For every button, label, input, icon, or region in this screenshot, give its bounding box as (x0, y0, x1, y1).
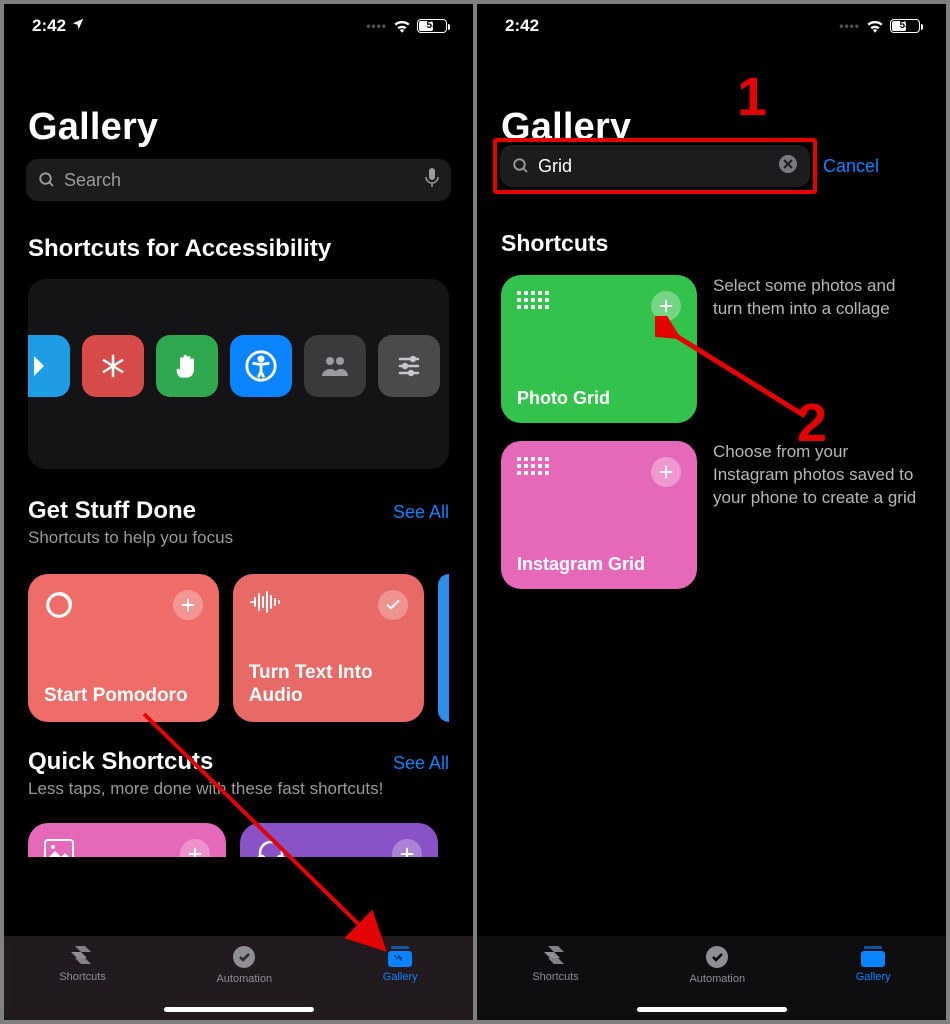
get-stuff-title: Get Stuff Done (28, 497, 196, 525)
card-title: Start Pomodoro (44, 685, 203, 708)
annotation-highlight (493, 138, 817, 194)
results-title: Shortcuts (501, 230, 922, 257)
asterisk-icon (82, 335, 144, 397)
tab-gallery[interactable]: Gallery (383, 944, 418, 983)
add-icon[interactable] (651, 291, 681, 321)
search-input[interactable]: Search (26, 159, 451, 201)
home-indicator[interactable] (637, 1007, 787, 1012)
search-input[interactable] (500, 145, 810, 187)
hand-icon (156, 335, 218, 397)
phone-screenshot-right: 2:42 •••• 53 Gallery Cancel Shortcuts (477, 4, 946, 1020)
tab-automation[interactable]: Automation (689, 944, 745, 985)
headphones-icon (256, 839, 286, 857)
image-icon (44, 839, 74, 857)
home-indicator[interactable] (164, 1007, 314, 1012)
grid-icon (517, 457, 549, 487)
status-time: 2:42 (32, 16, 66, 36)
clear-icon[interactable] (778, 154, 798, 179)
search-placeholder: Search (64, 170, 121, 191)
battery-icon: 53 (417, 19, 447, 33)
shortcut-card-photo-grid[interactable]: Photo Grid (501, 275, 697, 423)
people-icon (304, 335, 366, 397)
timer-icon (44, 590, 74, 625)
see-all-link[interactable]: See All (393, 502, 449, 523)
cancel-button[interactable]: Cancel (823, 156, 879, 177)
search-field[interactable] (538, 156, 770, 177)
mic-icon[interactable] (425, 168, 439, 193)
add-icon[interactable] (651, 457, 681, 487)
app-icon (28, 335, 70, 397)
check-icon[interactable] (378, 590, 408, 620)
annotation-number-2: 2 (797, 392, 827, 454)
cell-dots-icon: •••• (839, 19, 860, 33)
card-title: Instagram Grid (517, 554, 681, 575)
grid-icon (517, 291, 549, 321)
cell-dots-icon: •••• (366, 19, 387, 33)
accessibility-section-title: Shortcuts for Accessibility (28, 235, 449, 263)
quick-shortcuts-title: Quick Shortcuts (28, 748, 213, 776)
add-icon[interactable] (173, 590, 203, 620)
tab-automation[interactable]: Automation (216, 944, 272, 985)
status-bar: 2:42 •••• 53 (4, 4, 473, 48)
card-title: Turn Text Into Audio (249, 662, 408, 708)
status-time: 2:42 (505, 16, 539, 36)
add-icon[interactable] (392, 839, 422, 857)
location-icon (71, 16, 85, 36)
battery-icon: 53 (890, 19, 920, 33)
shortcut-card[interactable] (28, 823, 226, 857)
shortcut-card-peek[interactable] (438, 574, 449, 722)
result-description: Select some photos and turn them into a … (713, 275, 922, 321)
shortcut-card-instagram-grid[interactable]: Instagram Grid (501, 441, 697, 589)
tab-gallery[interactable]: Gallery (856, 944, 891, 983)
wifi-icon (393, 19, 411, 33)
page-title: Gallery (4, 48, 473, 159)
tab-shortcuts[interactable]: Shortcuts (532, 944, 578, 983)
add-icon[interactable] (180, 839, 210, 857)
annotation-number-1: 1 (737, 66, 767, 128)
get-stuff-subtitle: Shortcuts to help you focus (28, 527, 449, 550)
see-all-link[interactable]: See All (393, 753, 449, 774)
shortcut-card[interactable] (240, 823, 438, 857)
accessibility-banner[interactable] (28, 279, 449, 469)
card-title: Photo Grid (517, 388, 681, 409)
phone-screenshot-left: 2:42 •••• 53 Gallery Search Shortcuts fo… (4, 4, 473, 1020)
page-title: Gallery (477, 48, 946, 138)
status-bar: 2:42 •••• 53 (477, 4, 946, 48)
sliders-icon (378, 335, 440, 397)
waveform-icon (249, 590, 283, 619)
accessibility-icon (230, 335, 292, 397)
shortcut-card-turn-text[interactable]: Turn Text Into Audio (233, 574, 424, 722)
shortcut-card-pomodoro[interactable]: Start Pomodoro (28, 574, 219, 722)
quick-shortcuts-subtitle: Less taps, more done with these fast sho… (28, 778, 449, 801)
tab-shortcuts[interactable]: Shortcuts (59, 944, 105, 983)
wifi-icon (866, 19, 884, 33)
